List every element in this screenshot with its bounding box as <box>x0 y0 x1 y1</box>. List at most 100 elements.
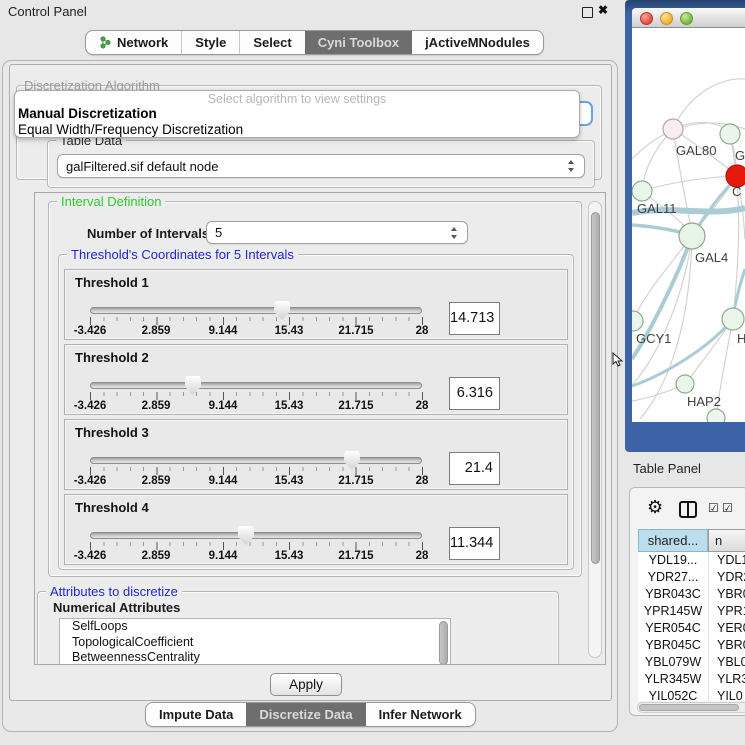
minimize-traffic-light-icon[interactable] <box>660 12 673 25</box>
settings-scrollbar[interactable] <box>588 201 602 658</box>
table-row[interactable]: YDR27...YDR2 <box>638 569 745 586</box>
table-panel-title: Table Panel <box>633 461 701 476</box>
attribute-item[interactable]: TopologicalCoefficient <box>60 635 450 651</box>
number-of-intervals-label: Number of Intervals <box>87 226 209 241</box>
threshold-1-value[interactable]: 14.713 <box>449 302 500 335</box>
table-row[interactable]: YPR145WYPR1 <box>638 603 745 620</box>
dropdown-option-manual[interactable]: Manual Discretization <box>18 106 157 121</box>
algorithm-dropdown-popup: Select algorithm to view settings Manual… <box>14 90 580 138</box>
attribute-item[interactable]: SelfLoops <box>60 619 450 635</box>
settings-scroll-panel: Interval Definition Number of Intervals … <box>34 192 606 665</box>
zoom-traffic-light-icon[interactable] <box>680 12 693 25</box>
settings-gear-icon[interactable]: ⚙ <box>647 497 663 518</box>
table-horizontal-scrollbar-thumb[interactable] <box>639 704 739 711</box>
tab-impute-data[interactable]: Impute Data <box>146 703 246 726</box>
thresholds-groupbox: Threshold's Coordinates for 5 Intervals … <box>58 254 574 570</box>
table-data-groupbox: Table Data galFiltered.sif default node <box>47 140 595 188</box>
numerical-attributes-list[interactable]: SelfLoops TopologicalCoefficient Between… <box>59 618 451 665</box>
column-header-shared-name[interactable]: shared... <box>638 529 708 552</box>
threshold-3-slider-track[interactable] <box>90 457 422 464</box>
interval-definition-title: Interval Definition <box>57 194 165 209</box>
table-row[interactable]: YDL19...YDL1 <box>638 552 745 569</box>
node-label: H <box>737 331 745 346</box>
attributes-group-title: Attributes to discretize <box>46 584 182 599</box>
tab-select[interactable]: Select <box>239 31 304 54</box>
cyni-bottom-tabbar: Impute Data Discretize Data Infer Networ… <box>145 702 476 727</box>
column-header-name[interactable]: n <box>708 529 745 552</box>
column-split-icon[interactable] <box>679 501 697 518</box>
numerical-attributes-label: Numerical Attributes <box>53 600 180 615</box>
node-partial-bottom <box>707 409 725 422</box>
table-row[interactable]: YBR043CYBR0 <box>638 586 745 603</box>
tab-style[interactable]: Style <box>181 31 239 54</box>
interval-definition-groupbox: Interval Definition Number of Intervals … <box>48 201 582 577</box>
threshold-4-value[interactable]: 11.344 <box>449 527 500 560</box>
apply-button[interactable]: Apply <box>270 673 342 696</box>
threshold-4-panel: Threshold 4 -3.426 2.859 9.144 15.43 21.… <box>64 494 568 565</box>
tab-cyni-toolbox[interactable]: Cyni Toolbox <box>305 31 412 54</box>
tab-network-label: Network <box>117 31 168 54</box>
node-label: GAL11 <box>637 201 677 216</box>
screenshot-root: Control Panel ✖ Network Style Select Cyn… <box>0 0 745 745</box>
threshold-4-slider-track[interactable] <box>90 532 422 539</box>
node-label: GAL80 <box>676 143 716 158</box>
combo-stepper-icon <box>567 159 576 173</box>
threshold-2-value[interactable]: 6.316 <box>449 377 500 410</box>
tab-jactivemnodules[interactable]: jActiveMNodules <box>412 31 543 54</box>
cyni-toolbox-panel: Discretization Algorithm Select algorith… <box>9 64 612 701</box>
table-data-combo-value: galFiltered.sif default node <box>66 159 567 174</box>
column-divider <box>708 552 709 701</box>
dropdown-placeholder: Select algorithm to view settings <box>15 92 579 106</box>
number-of-intervals-value: 5 <box>215 225 450 240</box>
threshold-3-value[interactable]: 21.4 <box>449 452 500 485</box>
table-horizontal-scrollbar[interactable] <box>637 702 745 713</box>
node-label: GCY1 <box>636 331 671 346</box>
table-row[interactable]: YER054CYER0 <box>638 620 745 637</box>
control-panel-body: Discretization Algorithm Select algorith… <box>2 60 618 732</box>
control-panel-title: Control Panel <box>8 4 87 19</box>
network-canvas[interactable]: GAL80 GA C GAL11 GAL4 GCY1 H HAP2 <box>632 29 745 422</box>
table-row[interactable]: YLR345WYLR3 <box>638 671 745 688</box>
attributes-scrollbar-thumb[interactable] <box>439 621 448 665</box>
node-label: HAP2 <box>687 394 721 409</box>
node-label: GAL4 <box>695 250 728 265</box>
table-row[interactable]: YIL052CYIL0 <box>638 688 745 701</box>
settings-scrollbar-thumb[interactable] <box>591 212 600 564</box>
node-h <box>722 308 744 330</box>
threshold-2-panel: Threshold 2 -3.426 2.859 9.144 15.43 21.… <box>64 344 568 415</box>
threshold-3-panel: Threshold 3 -3.426 2.859 9.144 15.43 21.… <box>64 419 568 490</box>
tab-discretize-data[interactable]: Discretize Data <box>246 703 365 726</box>
dropdown-option-equal-width[interactable]: Equal Width/Frequency Discretization <box>18 122 243 137</box>
table-panel: ⚙ ☑ ☑ shared... n YDL19...YDL1 YDR27...Y… <box>629 487 745 716</box>
node-gcy1 <box>632 311 643 331</box>
threshold-1-slider-track[interactable] <box>90 307 422 314</box>
thresholds-group-title: Threshold's Coordinates for 5 Intervals <box>67 247 298 262</box>
mouse-cursor <box>612 352 623 367</box>
control-panel-tabbar: Network Style Select Cyni Toolbox jActiv… <box>85 30 544 55</box>
close-icon[interactable]: ✖ <box>598 3 608 17</box>
attribute-item[interactable]: BetweennessCentrality <box>60 650 450 665</box>
threshold-2-slider-track[interactable] <box>90 382 422 389</box>
node-table[interactable]: YDL19...YDL1 YDR27...YDR2 YBR043CYBR0 YP… <box>638 552 745 701</box>
tab-network[interactable]: Network <box>86 31 181 54</box>
select-rows-icon[interactable]: ☑ <box>722 501 733 515</box>
node-gal80 <box>663 119 683 139</box>
threshold-1-panel: Threshold 1 -3.426 2.859 9.144 15.43 21.… <box>64 269 568 340</box>
table-row[interactable]: YBL079WYBL0 <box>638 654 745 671</box>
node-ga <box>720 124 740 144</box>
node-hap2 <box>676 375 694 393</box>
table-row[interactable]: YBR045CYBR0 <box>638 637 745 654</box>
node-label: GA <box>735 148 745 163</box>
node-label: C <box>732 184 741 199</box>
node-gal4 <box>679 223 705 249</box>
tab-infer-network[interactable]: Infer Network <box>366 703 475 726</box>
number-of-intervals-combo[interactable]: 5 <box>206 221 468 244</box>
attributes-groupbox: Attributes to discretize Numerical Attri… <box>37 591 559 665</box>
network-window-titlebar[interactable] <box>632 8 745 28</box>
float-window-icon[interactable] <box>582 7 593 18</box>
network-icon <box>99 36 112 49</box>
table-data-combo[interactable]: galFiltered.sif default node <box>57 154 585 178</box>
close-traffic-light-icon[interactable] <box>640 12 653 25</box>
select-columns-icon[interactable]: ☑ <box>708 501 719 515</box>
network-window: GAL80 GA C GAL11 GAL4 GCY1 H HAP2 <box>632 8 745 422</box>
